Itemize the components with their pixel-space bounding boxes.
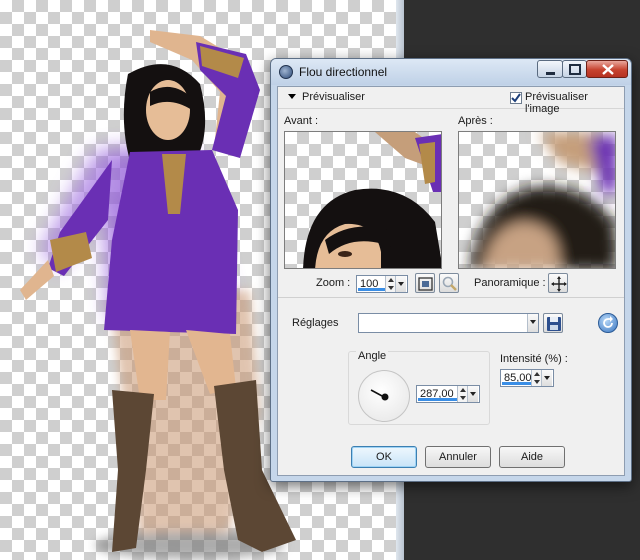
- dialog-title: Flou directionnel: [299, 65, 388, 79]
- angle-underline: [418, 398, 457, 401]
- angle-input[interactable]: 287,00: [416, 385, 480, 403]
- preview-image-checkbox[interactable]: [510, 92, 522, 104]
- zoom-fit-button[interactable]: [415, 273, 435, 293]
- settings-dropdown-arrow[interactable]: [527, 314, 538, 332]
- ok-button[interactable]: OK: [351, 446, 417, 468]
- reset-button[interactable]: [598, 313, 618, 333]
- pan-label: Panoramique :: [474, 277, 546, 289]
- zoom-magnifier-button: [439, 273, 459, 293]
- settings-label: Réglages: [292, 317, 339, 329]
- section-divider: [278, 297, 624, 298]
- magnifier-icon: [442, 276, 457, 291]
- checkmark-icon: [511, 93, 521, 103]
- intensity-underline: [502, 382, 531, 385]
- save-icon: [547, 317, 561, 331]
- close-button[interactable]: [586, 60, 628, 78]
- zoom-label: Zoom :: [316, 277, 351, 289]
- minimize-button[interactable]: [537, 60, 563, 78]
- intensity-input[interactable]: 85,00: [500, 369, 554, 387]
- intensity-spinner[interactable]: [531, 370, 541, 386]
- preview-header[interactable]: Prévisualiser Prévisualiser l'image: [278, 87, 624, 115]
- zoom-spinner[interactable]: [385, 276, 395, 292]
- maximize-button[interactable]: [562, 60, 587, 78]
- zoom-dropdown[interactable]: [395, 276, 406, 292]
- help-button[interactable]: Aide: [499, 446, 565, 468]
- preview-section-label: Prévisualiser: [302, 91, 365, 103]
- before-label: Avant :: [284, 115, 319, 127]
- angle-group-label: Angle: [356, 350, 389, 362]
- collapse-caret-icon[interactable]: [288, 94, 296, 99]
- dialog-titlebar[interactable]: Flou directionnel: [271, 59, 631, 85]
- directional-blur-dialog: Flou directionnel Prévisualiser Prévisua…: [270, 58, 632, 482]
- reset-icon: [603, 316, 613, 328]
- angle-needle-icon: [370, 389, 389, 401]
- after-preview[interactable]: [458, 131, 616, 269]
- intensity-label: Intensité (%) :: [500, 353, 568, 365]
- zoom-input[interactable]: 100: [356, 275, 408, 293]
- dialog-client: Prévisualiser Prévisualiser l'image Avan…: [277, 86, 625, 476]
- settings-combobox[interactable]: [358, 313, 539, 333]
- maximize-icon: [569, 64, 581, 75]
- pan-button[interactable]: [548, 273, 568, 293]
- move-icon: [551, 276, 567, 292]
- preview-image-label: Prévisualiser l'image: [525, 91, 588, 115]
- minimize-icon: [546, 72, 555, 75]
- intensity-dropdown[interactable]: [541, 370, 552, 386]
- zoom-underline: [358, 288, 385, 291]
- cancel-button[interactable]: Annuler: [425, 446, 491, 468]
- close-icon: [602, 64, 614, 75]
- angle-dropdown[interactable]: [467, 386, 478, 402]
- save-preset-button[interactable]: [543, 313, 563, 333]
- angle-dial[interactable]: [358, 370, 410, 422]
- fit-window-icon: [418, 277, 433, 291]
- before-preview[interactable]: [284, 131, 442, 269]
- app-icon: [279, 65, 293, 79]
- angle-spinner[interactable]: [457, 386, 467, 402]
- after-label: Après :: [458, 115, 493, 127]
